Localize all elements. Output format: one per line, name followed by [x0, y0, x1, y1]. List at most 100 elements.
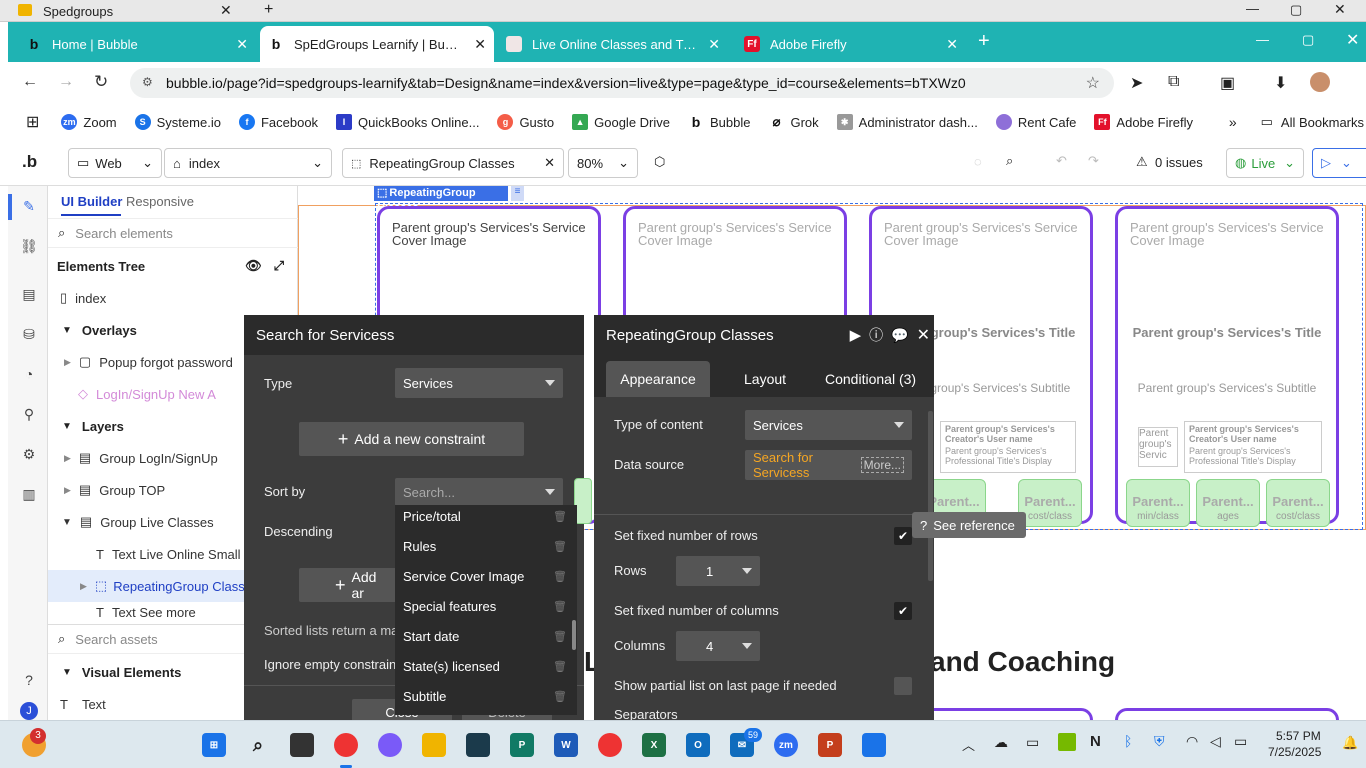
check-circle-icon[interactable]: ◌ — [974, 154, 982, 169]
extension-icon[interactable]: ➤ — [1130, 73, 1143, 93]
trash-icon[interactable]: 🗑 — [553, 600, 567, 613]
help-icon[interactable]: ? — [20, 672, 38, 690]
redo-icon[interactable]: ↷ — [1088, 153, 1099, 169]
download-icon[interactable]: ⬇ — [1274, 73, 1287, 93]
outlook-icon[interactable]: O — [686, 733, 710, 757]
forward-icon[interactable]: → — [58, 73, 74, 91]
version-select[interactable]: ◍ Live ⌄ — [1226, 148, 1304, 178]
battery-icon[interactable]: ▭ — [1234, 733, 1247, 750]
close-icon[interactable]: ✕ — [917, 325, 930, 345]
bookmark-facebook[interactable]: f Facebook — [238, 114, 318, 130]
issues-count[interactable]: 0 issues — [1155, 155, 1203, 170]
clock-time[interactable]: 5:57 PM — [1276, 729, 1321, 743]
undo-icon[interactable]: ↶ — [1056, 153, 1067, 169]
bookmark-administrator[interactable]: ✱ Administrator dash... — [836, 114, 978, 130]
tab-close-icon[interactable]: ✕ — [230, 36, 248, 53]
sort-option[interactable]: State(s) licensed 🗑 — [403, 651, 573, 681]
palette-icon[interactable]: ◔ — [20, 366, 38, 384]
file-explorer-icon[interactable] — [422, 733, 446, 757]
apps-grid-icon[interactable]: ⊞ — [26, 112, 39, 132]
design-pencil-icon[interactable]: ✎ — [20, 198, 38, 216]
zoom-icon[interactable]: zm — [774, 733, 798, 757]
tree-item-index[interactable]: ▯ index — [48, 282, 298, 314]
chrome-icon[interactable] — [334, 733, 358, 757]
bookmark-zoom[interactable]: zm Zoom — [61, 114, 117, 130]
bubble-logo[interactable]: .b — [22, 152, 37, 172]
task-view-icon[interactable] — [290, 733, 314, 757]
chevron-up-icon[interactable]: ︿ — [962, 735, 975, 754]
trash-icon[interactable]: 🗑 — [553, 510, 567, 523]
reload-icon[interactable]: ↻ — [94, 72, 108, 92]
star-icon[interactable]: ☆ — [1086, 73, 1100, 93]
screen-search-icon[interactable]: ▣ — [1220, 73, 1235, 93]
os-maximize-icon[interactable]: ▢ — [1290, 2, 1302, 18]
word-icon[interactable]: W — [554, 733, 578, 757]
page-select[interactable]: ⌂ index ⌄ — [164, 148, 332, 178]
sort-option[interactable]: Rules 🗑 — [403, 531, 573, 561]
sort-option[interactable]: Subtitle 🗑 — [403, 681, 573, 711]
fixed-cols-checkbox[interactable]: ✔ — [894, 602, 912, 620]
bookmark-adobe-firefly[interactable]: Ff Adobe Firefly — [1094, 114, 1193, 130]
preview-button[interactable]: ▷ ⌄ — [1312, 148, 1366, 178]
dropdown-scrollbar[interactable] — [572, 620, 576, 650]
user-icon[interactable]: J — [20, 702, 38, 720]
copilot-icon[interactable] — [378, 733, 402, 757]
add-another-button[interactable]: + Add ar — [299, 568, 399, 602]
os-minimize-icon[interactable]: — — [1246, 1, 1259, 16]
logs-icon[interactable]: ▥ — [20, 486, 38, 504]
close-icon[interactable]: ✕ — [544, 155, 555, 171]
wifi-icon[interactable]: ◠ — [1186, 733, 1198, 750]
os-new-tab-icon[interactable]: + — [264, 1, 273, 19]
tab-close-icon[interactable]: ✕ — [702, 36, 720, 53]
columns-input[interactable]: 4 — [676, 631, 760, 661]
rg-label-tag[interactable]: ⬚RepeatingGroup Classes — [374, 186, 508, 214]
notification-icon[interactable]: 🔔 — [1342, 735, 1358, 751]
chrome-profile-icon[interactable] — [598, 733, 622, 757]
play-icon[interactable]: ▶ — [850, 326, 862, 344]
rows-input[interactable]: 1 — [676, 556, 760, 586]
new-tab-icon[interactable]: + — [978, 30, 990, 53]
nvidia-icon[interactable] — [1058, 733, 1076, 751]
expand-icon[interactable]: ⤢ — [274, 258, 284, 274]
info-icon[interactable]: ⓘ — [869, 325, 883, 345]
trash-icon[interactable]: 🗑 — [553, 690, 567, 703]
sort-option[interactable]: Start date 🗑 — [403, 621, 573, 651]
tab-spedgroups-learnify[interactable]: b SpEdGroups Learnify | Bubble E ✕ — [260, 26, 494, 62]
bookmark-systeme[interactable]: S Systeme.io — [134, 114, 221, 130]
n-app-icon[interactable]: N — [1090, 733, 1101, 750]
tab-ui-builder[interactable]: UI Builder — [61, 194, 122, 209]
os-tab-close-icon[interactable]: ✕ — [220, 2, 232, 19]
windows-start-icon[interactable]: ⊞ — [202, 733, 226, 757]
trash-icon[interactable]: 🗑 — [553, 630, 567, 643]
bookmark-grok[interactable]: ⌀ Grok — [768, 114, 819, 130]
data-icon[interactable]: ⛁ — [20, 326, 38, 344]
fixed-rows-checkbox[interactable]: ✔ — [894, 527, 912, 545]
property-scrollbar[interactable] — [928, 411, 933, 581]
avatar[interactable] — [1310, 72, 1330, 92]
sort-option[interactable]: Service Cover Image 🗑 — [403, 561, 573, 591]
tab-live-online-classes[interactable]: Live Online Classes and Tutoring ✕ — [498, 28, 728, 60]
clock-date[interactable]: 7/25/2025 — [1268, 745, 1321, 759]
os-close-icon[interactable]: ✕ — [1334, 1, 1346, 18]
more-link[interactable]: More... — [860, 457, 904, 473]
publisher-icon[interactable]: P — [510, 733, 534, 757]
tab-close-icon[interactable]: ✕ — [468, 36, 486, 53]
powerpoint-icon[interactable]: P — [818, 733, 842, 757]
element-select[interactable]: ⬚ RepeatingGroup Classes ✕ — [342, 148, 564, 178]
data-source-field[interactable]: Search for Servicess More... — [745, 450, 912, 480]
tab-adobe-firefly[interactable]: Ff Adobe Firefly ✕ — [736, 28, 966, 60]
cube-icon[interactable]: ⬡ — [654, 154, 665, 170]
tab-conditional[interactable]: Conditional (3) — [825, 371, 916, 387]
address-bar[interactable]: ⚙ bubble.io/page?id=spedgroups-learnify&… — [130, 68, 1114, 98]
minimize-icon[interactable]: — — [1256, 32, 1269, 47]
back-icon[interactable]: ← — [22, 73, 38, 91]
tab-close-icon[interactable]: ✕ — [940, 36, 958, 53]
zoom-select[interactable]: 80% ⌄ — [568, 148, 638, 178]
bookmark-quickbooks[interactable]: I QuickBooks Online... — [336, 114, 479, 130]
more-bookmarks-icon[interactable]: » — [1229, 114, 1237, 130]
bookmark-rent-cafe[interactable]: Rent Cafe — [995, 114, 1076, 130]
volume-icon[interactable]: ◁ — [1210, 733, 1221, 750]
plugins-icon[interactable]: ⚲ — [20, 406, 38, 424]
search-elements[interactable]: ⌕ Search elements — [48, 218, 298, 248]
all-bookmarks[interactable]: ▭ All Bookmarks — [1261, 114, 1364, 130]
